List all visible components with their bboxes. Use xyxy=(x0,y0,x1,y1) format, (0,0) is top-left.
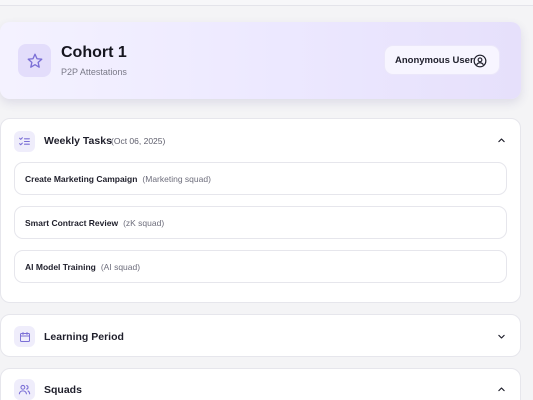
star-icon xyxy=(27,53,42,68)
squads-icon-box xyxy=(14,379,35,400)
task-name: AI Model Training xyxy=(25,261,96,272)
task-row[interactable]: Smart Contract Review (zK squad) xyxy=(14,206,507,239)
weekly-tasks-title: Weekly Tasks xyxy=(44,135,112,147)
top-strip xyxy=(0,0,533,6)
cohort-title: Cohort 1 xyxy=(61,44,127,61)
user-menu-button[interactable]: Anonymous User xyxy=(384,45,500,75)
learning-period-header[interactable]: Learning Period xyxy=(1,315,520,359)
weekly-tasks-card: Weekly Tasks (Oct 06, 2025) Create Marke… xyxy=(0,118,521,303)
learning-period-icon-box xyxy=(14,326,35,347)
page: Cohort 1 P2P Attestations Anonymous User xyxy=(0,0,533,400)
task-row[interactable]: Create Marketing Campaign (Marketing squ… xyxy=(14,162,507,195)
squads-title: Squads xyxy=(44,384,82,396)
chevron-up-icon[interactable] xyxy=(497,136,506,145)
chevron-up-icon[interactable] xyxy=(497,385,506,394)
learning-period-card: Learning Period xyxy=(0,314,521,357)
squads-card: Squads xyxy=(0,368,521,400)
task-name: Create Marketing Campaign xyxy=(25,173,138,184)
task-name: Smart Contract Review xyxy=(25,217,119,228)
chevron-down-icon[interactable] xyxy=(497,332,506,341)
cohort-header: Cohort 1 P2P Attestations Anonymous User xyxy=(0,22,521,99)
users-icon xyxy=(18,384,31,395)
learning-period-title: Learning Period xyxy=(44,331,124,343)
list-checks-icon xyxy=(19,137,30,146)
task-squad: (Marketing squad) xyxy=(142,173,211,184)
calendar-icon xyxy=(19,331,30,342)
task-row[interactable]: AI Model Training (AI squad) xyxy=(14,250,507,283)
user-circle-icon xyxy=(473,54,487,68)
weekly-tasks-header[interactable]: Weekly Tasks (Oct 06, 2025) xyxy=(1,119,520,163)
squads-header[interactable]: Squads xyxy=(1,369,520,400)
task-squad: (AI squad) xyxy=(100,261,141,272)
task-squad: (zK squad) xyxy=(123,217,165,228)
user-name: Anonymous User xyxy=(395,54,474,66)
weekly-tasks-date: (Oct 06, 2025) xyxy=(111,136,166,146)
weekly-tasks-icon-box xyxy=(14,131,35,152)
cohort-icon-box xyxy=(18,44,51,77)
cohort-subtitle: P2P Attestations xyxy=(61,67,127,77)
